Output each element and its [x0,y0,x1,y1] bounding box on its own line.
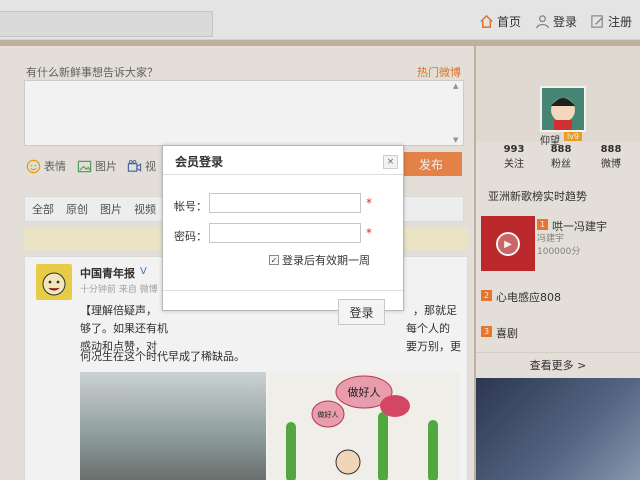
required-mark: * [366,226,372,240]
password-input[interactable] [209,223,361,243]
modal-divider [163,174,403,175]
modal-title: 会员登录 [175,155,224,169]
login-button[interactable]: 登录 [338,299,385,325]
remember-label: 登录后有效期一周 [282,254,370,267]
required-mark: * [366,196,372,210]
account-input[interactable] [209,193,361,213]
close-icon[interactable]: × [383,155,398,169]
remember-checkbox[interactable]: ✓ [269,255,279,265]
modal-divider-bottom [163,290,403,291]
password-label: 密码： [174,230,207,243]
remember-login[interactable]: ✓ 登录后有效期一周 [269,252,370,268]
account-label: 帐号： [174,200,207,213]
